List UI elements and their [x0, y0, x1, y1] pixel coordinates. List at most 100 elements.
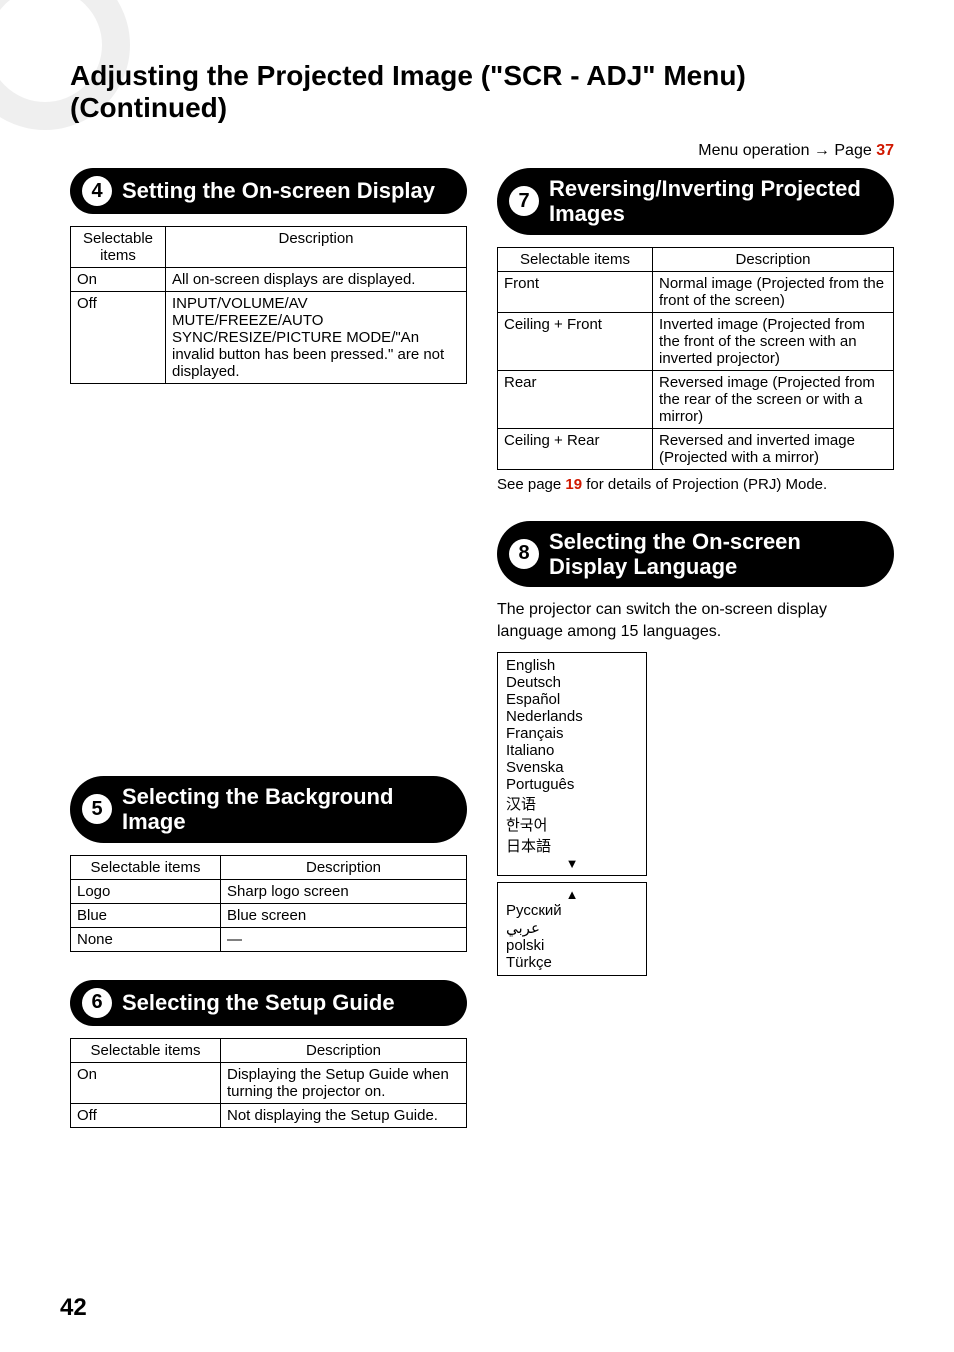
table-row: Ceiling + Front Inverted image (Projecte… [498, 312, 894, 370]
col-header: Selectable items [71, 1038, 221, 1062]
cell-desc: All on-screen displays are displayed. [166, 268, 467, 292]
cell-item: Logo [71, 879, 221, 903]
section-onscreen-display: 4 Setting the On-screen Display Selectab… [70, 168, 467, 384]
list-item: 日本語 [506, 835, 638, 856]
menu-op-page-ref: 37 [876, 142, 894, 159]
table-header-row: Selectable items Description [71, 227, 467, 268]
cell-desc: Displaying the Setup Guide when turning … [221, 1062, 467, 1103]
table-onscreen-display: Selectable items Description On All on-s… [70, 226, 467, 384]
section-title-7: Reversing/Inverting Projected Images [549, 176, 878, 227]
col-header: Description [166, 227, 467, 268]
cell-desc: Normal image (Projected from the front o… [653, 271, 894, 312]
cell-desc: — [221, 927, 467, 951]
table-background-image: Selectable items Description Logo Sharp … [70, 855, 467, 952]
menu-operation-ref: Menu operation → Page 37 [70, 142, 894, 160]
note-post: for details of Projection (PRJ) Mode. [582, 476, 827, 493]
section-header-7: 7 Reversing/Inverting Projected Images [497, 168, 894, 235]
table-row: Front Normal image (Projected from the f… [498, 271, 894, 312]
list-item: Português [506, 776, 638, 793]
col-header: Description [653, 247, 894, 271]
list-item: Deutsch [506, 674, 638, 691]
cell-desc: Not displaying the Setup Guide. [221, 1103, 467, 1127]
cell-desc: Reversed and inverted image (Projected w… [653, 428, 894, 469]
table-row: Off Not displaying the Setup Guide. [71, 1103, 467, 1127]
list-item: Español [506, 691, 638, 708]
language-list-2: ▲ Русский عربي polski Türkçe [497, 882, 647, 976]
language-list-1: English Deutsch Español Nederlands Franç… [497, 652, 647, 876]
cell-item: Off [71, 1103, 221, 1127]
spacer [70, 412, 467, 776]
section-number-7: 7 [509, 186, 539, 216]
col-header: Selectable items [498, 247, 653, 271]
table-row: Rear Reversed image (Projected from the … [498, 370, 894, 428]
cell-item: Ceiling + Front [498, 312, 653, 370]
section-number-6: 6 [82, 988, 112, 1018]
table-row: Ceiling + Rear Reversed and inverted ima… [498, 428, 894, 469]
table-reversing-inverting: Selectable items Description Front Norma… [497, 247, 894, 470]
cell-desc: Reversed image (Projected from the rear … [653, 370, 894, 428]
left-column: 4 Setting the On-screen Display Selectab… [70, 168, 467, 1156]
list-item: English [506, 657, 638, 674]
section-header-4: 4 Setting the On-screen Display [70, 168, 467, 214]
section-number-5: 5 [82, 794, 112, 824]
table-header-row: Selectable items Description [498, 247, 894, 271]
section-title-4: Setting the On-screen Display [122, 178, 435, 203]
list-item: polski [506, 937, 638, 954]
section-display-language: 8 Selecting the On-screen Display Langua… [497, 521, 894, 977]
menu-op-label: Menu operation [698, 142, 809, 159]
cell-item: Off [71, 292, 166, 384]
list-item: Nederlands [506, 708, 638, 725]
table-header-row: Selectable items Description [71, 1038, 467, 1062]
page-number: 42 [60, 1294, 87, 1322]
section-number-4: 4 [82, 176, 112, 206]
table-row: On Displaying the Setup Guide when turni… [71, 1062, 467, 1103]
section-title-8: Selecting the On-screen Display Language [549, 529, 878, 580]
note-page-ref: 19 [565, 476, 582, 493]
table-setup-guide: Selectable items Description On Displayi… [70, 1038, 467, 1128]
list-item: Svenska [506, 759, 638, 776]
list-item: Français [506, 725, 638, 742]
list-item: Italiano [506, 742, 638, 759]
cell-desc: INPUT/VOLUME/AV MUTE/FREEZE/AUTO SYNC/RE… [166, 292, 467, 384]
table-row: Blue Blue screen [71, 903, 467, 927]
col-header: Selectable items [71, 227, 166, 268]
col-header: Description [221, 1038, 467, 1062]
list-item: Türkçe [506, 954, 638, 971]
list-item: 한국어 [506, 814, 638, 835]
cell-item: Front [498, 271, 653, 312]
right-column: 7 Reversing/Inverting Projected Images S… [497, 168, 894, 1156]
section-reversing-inverting: 7 Reversing/Inverting Projected Images S… [497, 168, 894, 493]
triangle-down-icon: ▼ [506, 856, 638, 871]
list-item: عربي [506, 919, 638, 937]
cell-item: On [71, 1062, 221, 1103]
table-header-row: Selectable items Description [71, 855, 467, 879]
language-blurb: The projector can switch the on-screen d… [497, 599, 894, 642]
section-background-image: 5 Selecting the Background Image Selecta… [70, 776, 467, 952]
cell-item: None [71, 927, 221, 951]
list-item: 汉语 [506, 793, 638, 814]
cell-item: Blue [71, 903, 221, 927]
note-pre: See page [497, 476, 565, 493]
triangle-up-icon: ▲ [506, 887, 638, 902]
section-title-5: Selecting the Background Image [122, 784, 451, 835]
list-item: Русский [506, 902, 638, 919]
table-row: Off INPUT/VOLUME/AV MUTE/FREEZE/AUTO SYN… [71, 292, 467, 384]
cell-item: Rear [498, 370, 653, 428]
table-row: On All on-screen displays are displayed. [71, 268, 467, 292]
note-prj-mode: See page 19 for details of Projection (P… [497, 476, 894, 493]
col-header: Description [221, 855, 467, 879]
cell-desc: Inverted image (Projected from the front… [653, 312, 894, 370]
section-header-6: 6 Selecting the Setup Guide [70, 980, 467, 1026]
menu-op-page-word: Page [834, 142, 871, 159]
section-header-8: 8 Selecting the On-screen Display Langua… [497, 521, 894, 588]
col-header: Selectable items [71, 855, 221, 879]
section-number-8: 8 [509, 539, 539, 569]
table-row: None — [71, 927, 467, 951]
cell-desc: Sharp logo screen [221, 879, 467, 903]
section-setup-guide: 6 Selecting the Setup Guide Selectable i… [70, 980, 467, 1128]
cell-item: On [71, 268, 166, 292]
section-header-5: 5 Selecting the Background Image [70, 776, 467, 843]
cell-item: Ceiling + Rear [498, 428, 653, 469]
table-row: Logo Sharp logo screen [71, 879, 467, 903]
cell-desc: Blue screen [221, 903, 467, 927]
